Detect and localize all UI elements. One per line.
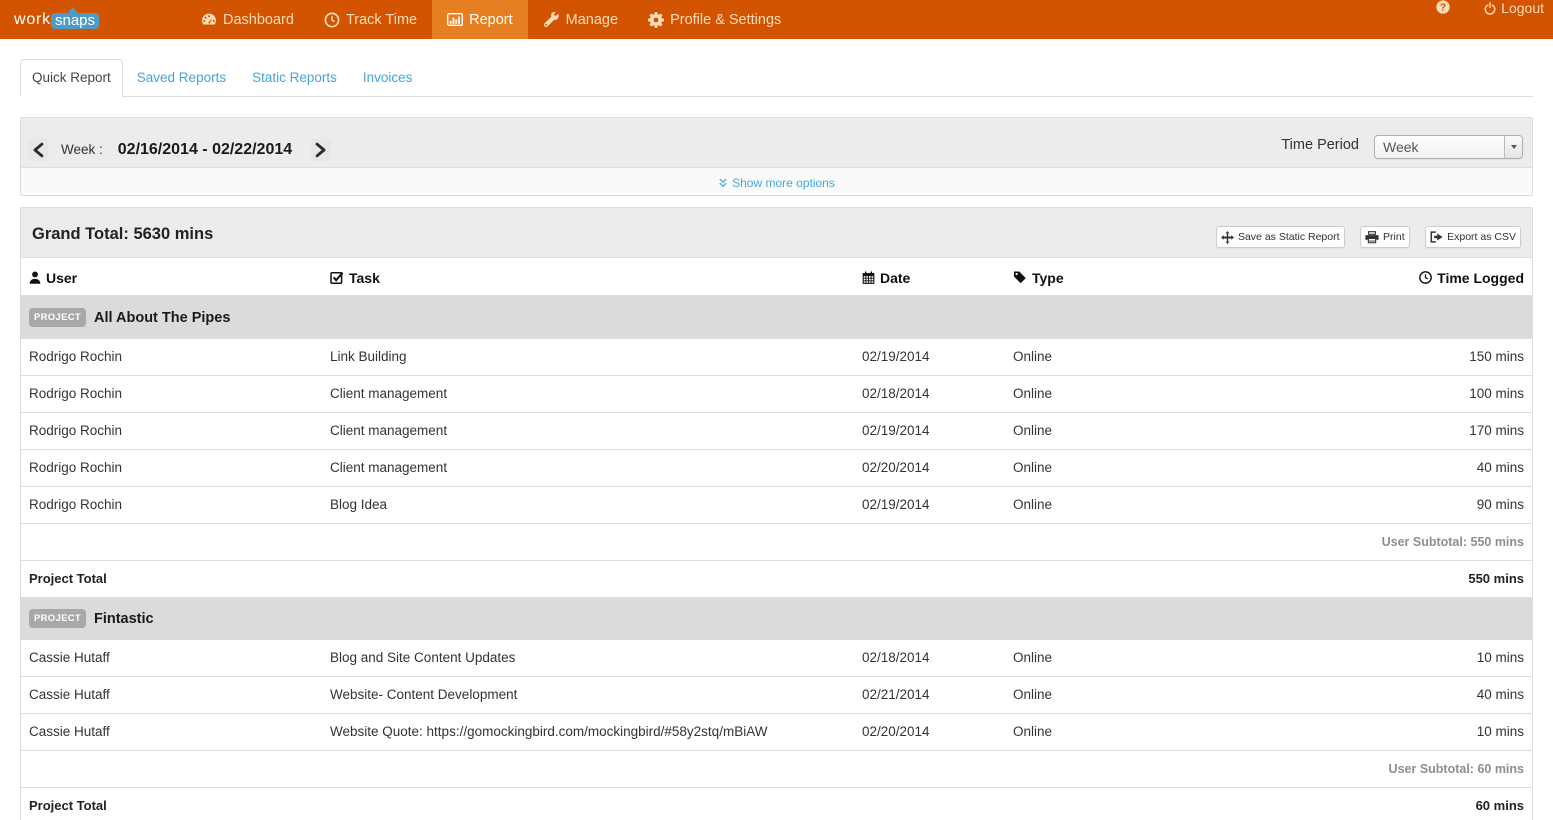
svg-text:?: ? (1440, 3, 1446, 14)
